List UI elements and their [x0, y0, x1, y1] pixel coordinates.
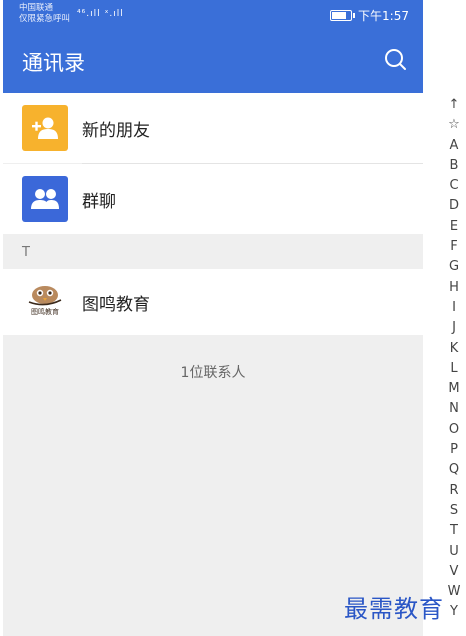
add-friend-icon	[22, 105, 68, 151]
index-letter[interactable]: H	[446, 278, 462, 298]
index-letter[interactable]: ☆	[446, 115, 462, 135]
contact-avatar: 图鸣教育	[22, 279, 68, 325]
index-letter[interactable]: U	[446, 542, 462, 562]
index-letter[interactable]: P	[446, 440, 462, 460]
index-letter[interactable]: C	[446, 176, 462, 196]
status-bar: 中国联通 仅限紧急呼叫 ⁴⁶.ıll ˣ.ıll 下午1:57	[3, 0, 423, 30]
search-icon[interactable]	[383, 47, 407, 71]
index-letter[interactable]: K	[446, 339, 462, 359]
index-letter[interactable]: W	[446, 582, 462, 602]
battery-icon	[330, 10, 356, 21]
index-letter[interactable]: V	[446, 562, 462, 582]
new-friends-entry[interactable]: 新的朋友	[3, 93, 423, 163]
index-letter[interactable]: Q	[446, 460, 462, 480]
index-letter[interactable]: B	[446, 156, 462, 176]
index-letter[interactable]: A	[446, 136, 462, 156]
watermark: 最需教育	[344, 595, 444, 623]
contact-count: 1位联系人	[180, 365, 246, 381]
index-letter[interactable]: L	[446, 359, 462, 379]
group-chat-label: 群聊	[82, 191, 116, 212]
index-letter[interactable]: M	[446, 379, 462, 399]
carrier-info: 中国联通 仅限紧急呼叫	[19, 3, 70, 25]
svg-text:图鸣教育: 图鸣教育	[31, 307, 59, 316]
carrier-name: 中国联通	[19, 3, 54, 13]
index-letter[interactable]: E	[446, 217, 462, 237]
new-friends-label: 新的朋友	[82, 120, 150, 141]
index-letter[interactable]: N	[446, 399, 462, 419]
index-letter[interactable]: I	[446, 298, 462, 318]
section-letter: T	[22, 245, 30, 260]
emergency-calls-only: 仅限紧急呼叫	[19, 14, 71, 24]
section-header-t: T	[3, 236, 423, 269]
signal-icon: ⁴⁶.ıll ˣ.ıll	[77, 9, 124, 19]
phone-screen: 中国联通 仅限紧急呼叫 ⁴⁶.ıll ˣ.ıll 下午1:57 通讯录 新的朋友	[3, 0, 423, 636]
index-letter[interactable]: D	[446, 196, 462, 216]
alphabet-index[interactable]: ↑ ☆ A B C D E F G H I J K L M N O P Q R S T U V W Y	[446, 95, 462, 623]
index-letter[interactable]: O	[446, 420, 462, 440]
contact-name: 图鸣教育	[82, 294, 150, 315]
top-bar: 中国联通 仅限紧急呼叫 ⁴⁶.ıll ˣ.ıll 下午1:57 通讯录	[3, 0, 423, 93]
group-chat-entry[interactable]: 群聊	[3, 164, 423, 234]
group-chat-icon	[22, 176, 68, 222]
index-letter[interactable]: G	[446, 257, 462, 277]
index-letter[interactable]: F	[446, 237, 462, 257]
index-letter[interactable]: Y	[446, 602, 462, 622]
owl-logo-icon: 图鸣教育	[28, 286, 62, 316]
index-letter[interactable]: S	[446, 501, 462, 521]
status-right: 下午1:57	[330, 7, 409, 24]
index-letter[interactable]: T	[446, 521, 462, 541]
status-time: 下午1:57	[358, 9, 409, 23]
contact-row[interactable]: 图鸣教育 图鸣教育	[3, 269, 423, 335]
index-letter[interactable]: J	[446, 318, 462, 338]
index-letter[interactable]: ↑	[446, 95, 462, 115]
index-letter[interactable]: R	[446, 481, 462, 501]
page-title: 通讯录	[22, 51, 85, 75]
